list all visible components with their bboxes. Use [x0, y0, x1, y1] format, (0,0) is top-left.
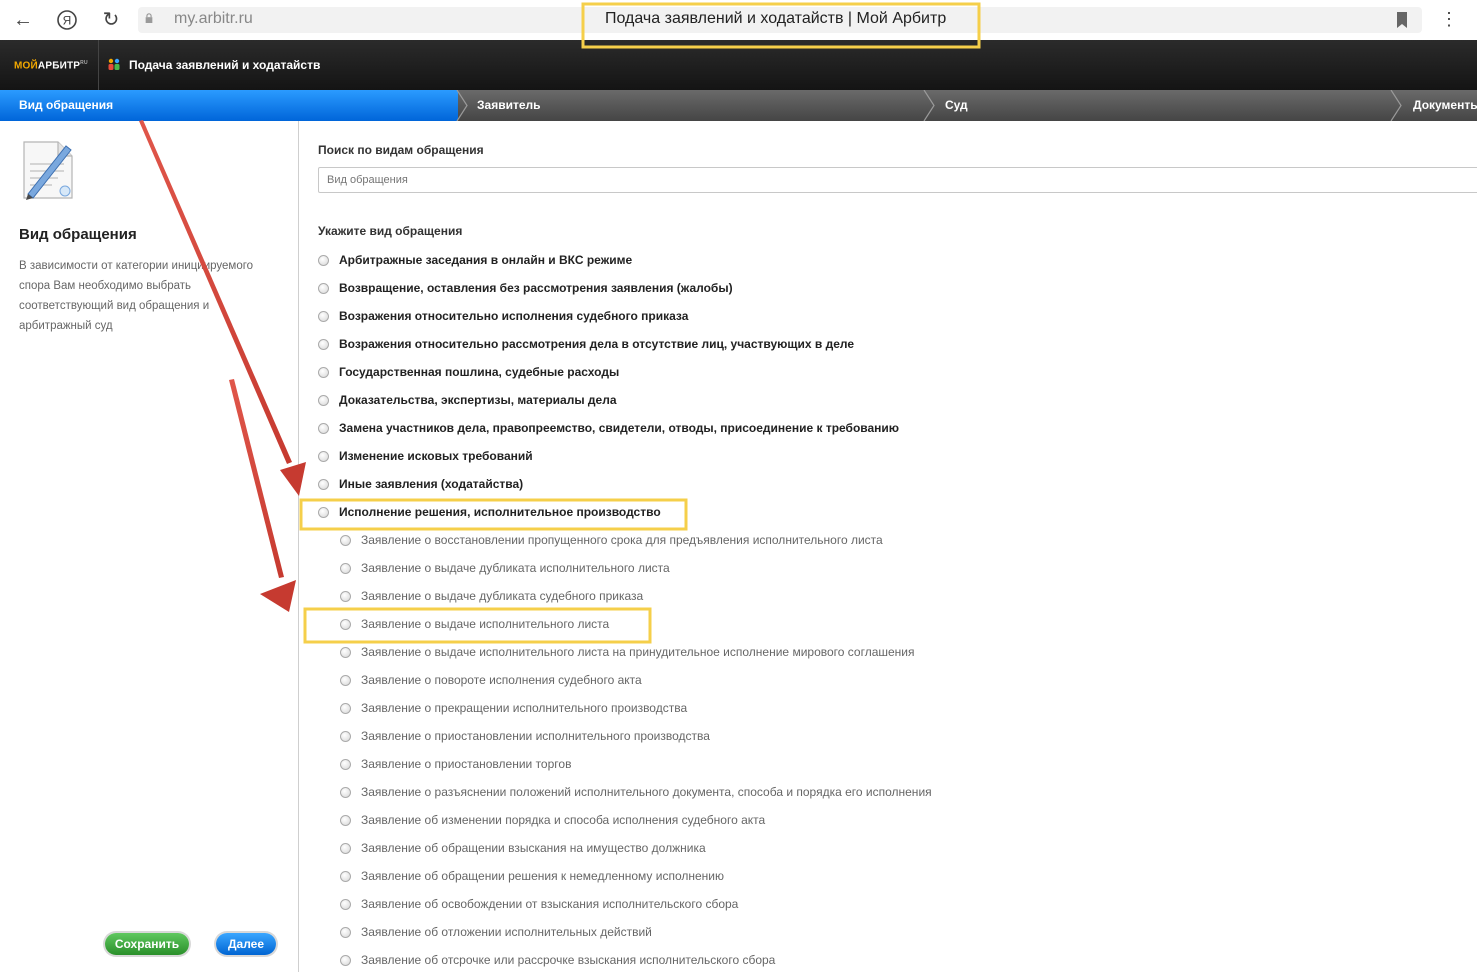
radio-button[interactable]: [340, 815, 351, 826]
radio-button[interactable]: [318, 423, 329, 434]
logo-sup: RU: [80, 60, 88, 66]
logo-part1: МОЙ: [14, 60, 38, 72]
option-label: Замена участников дела, правопреемство, …: [339, 421, 900, 435]
option-label: Доказательства, экспертизы, материалы де…: [339, 393, 617, 407]
option-label: Заявление о восстановлении пропущенного …: [361, 533, 883, 547]
radio-button[interactable]: [340, 843, 351, 854]
option-label: Заявление о разъяснении положений исполн…: [361, 785, 932, 799]
option-label: Заявление о выдаче дубликата исполнитель…: [361, 561, 670, 575]
app-header: МОЙАРБИТРRU Подача заявлений и ходатайст…: [0, 40, 1477, 90]
more-menu-icon[interactable]: ⋮: [1440, 9, 1458, 30]
radio-button[interactable]: [318, 479, 329, 490]
radio-button[interactable]: [340, 759, 351, 770]
radio-button[interactable]: [318, 507, 329, 518]
sidebar-title: Вид обращения: [19, 226, 137, 243]
option-label: Заявление о приостановлении торгов: [361, 757, 572, 771]
step-request-type[interactable]: Вид обращения: [0, 90, 458, 121]
options-label: Укажите вид обращения: [318, 224, 463, 238]
radio-button[interactable]: [318, 311, 329, 322]
browser-toolbar: ← Я ↻ my.arbitr.ru Подача заявлений и хо…: [0, 0, 1477, 41]
radio-button[interactable]: [340, 563, 351, 574]
option-label: Изменение исковых требований: [339, 449, 533, 463]
logo-part2: АРБИТР: [37, 60, 81, 72]
svg-text:Я: Я: [63, 14, 72, 28]
header-divider: [98, 40, 99, 90]
back-arrow-icon[interactable]: ←: [10, 7, 36, 33]
option-label: Заявление о приостановлении исполнительн…: [361, 729, 710, 743]
save-button[interactable]: Сохранить: [105, 933, 189, 955]
option-label: Заявление о повороте исполнения судебног…: [361, 673, 642, 687]
radio-button[interactable]: [340, 871, 351, 882]
option-label: Заявление об обращении взыскания на имущ…: [361, 841, 706, 855]
step-label: Вид обращения: [19, 98, 114, 112]
radio-button[interactable]: [340, 619, 351, 630]
radio-button[interactable]: [340, 955, 351, 966]
address-url[interactable]: my.arbitr.ru: [174, 10, 253, 28]
step-label: Заявитель: [477, 98, 541, 112]
option-label: Заявление об изменении порядка и способа…: [361, 813, 766, 827]
radio-button[interactable]: [340, 899, 351, 910]
option-label: Возражения относительно рассмотрения дел…: [339, 337, 855, 351]
option-label: Заявление об отсрочке или рассрочке взыс…: [361, 953, 776, 967]
step-court[interactable]: Суд: [945, 90, 968, 121]
option-label: Арбитражные заседания в онлайн и ВКС реж…: [339, 253, 633, 267]
sidebar: Вид обращения В зависимости от категории…: [0, 121, 299, 972]
step-applicant[interactable]: Заявитель: [477, 90, 541, 121]
step-divider-icon: [1390, 90, 1402, 121]
option-label: Возвращение, оставления без рассмотрения…: [339, 281, 733, 295]
yandex-icon[interactable]: Я: [54, 7, 80, 33]
reload-icon[interactable]: ↻: [98, 7, 124, 33]
radio-button[interactable]: [318, 395, 329, 406]
lock-icon: [145, 13, 153, 23]
radio-button[interactable]: [340, 535, 351, 546]
option-label: Иные заявления (ходатайства): [339, 477, 524, 491]
step-documents[interactable]: Документы: [1413, 90, 1477, 121]
option-label: Исполнение решения, исполнительное произ…: [339, 505, 661, 519]
radio-button[interactable]: [318, 339, 329, 350]
sidebar-description: В зависимости от категории инициируемого…: [19, 260, 254, 332]
option-label: Возражения относительно исполнения судеб…: [339, 309, 689, 323]
people-icon: [108, 58, 120, 70]
step-divider-icon: [923, 90, 935, 121]
option-label: Заявление об обращении решения к немедле…: [361, 869, 725, 883]
option-label: Заявление о прекращении исполнительного …: [361, 701, 688, 715]
moi-arbitr-logo[interactable]: МОЙАРБИТРRU: [14, 60, 88, 71]
radio-button[interactable]: [340, 675, 351, 686]
radio-button[interactable]: [340, 731, 351, 742]
option-label: Заявление об освобождении от взыскания и…: [361, 897, 739, 911]
step-label: Суд: [945, 98, 968, 112]
radio-button[interactable]: [340, 787, 351, 798]
radio-button[interactable]: [340, 703, 351, 714]
step-label: Документы: [1413, 98, 1477, 112]
page-title: Подача заявлений и ходатайств | Мой Арби…: [605, 10, 947, 27]
app-title: Подача заявлений и ходатайств: [129, 58, 321, 72]
step-divider-icon: [456, 90, 468, 121]
option-label: Государственная пошлина, судебные расход…: [339, 365, 620, 379]
radio-button[interactable]: [318, 451, 329, 462]
search-input[interactable]: [318, 167, 1477, 193]
radio-button[interactable]: [318, 255, 329, 266]
main-content: Поиск по видам обращения Укажите вид обр…: [299, 121, 1477, 972]
option-label: Заявление о выдаче исполнительного листа…: [361, 645, 915, 659]
search-label: Поиск по видам обращения: [318, 143, 484, 157]
option-label: Заявление об отложении исполнительных де…: [361, 925, 652, 939]
wizard-steps: Вид обращения Заявитель Суд Документы: [0, 90, 1477, 121]
radio-button[interactable]: [340, 647, 351, 658]
option-label: Заявление о выдаче исполнительного листа: [361, 617, 610, 631]
option-label: Заявление о выдаче дубликата судебного п…: [361, 589, 644, 603]
radio-button[interactable]: [318, 283, 329, 294]
document-pen-icon: [23, 141, 73, 200]
bookmark-icon[interactable]: [1395, 11, 1409, 29]
radio-button[interactable]: [340, 927, 351, 938]
next-button[interactable]: Далее: [216, 933, 276, 955]
radio-button[interactable]: [340, 591, 351, 602]
radio-button[interactable]: [318, 367, 329, 378]
